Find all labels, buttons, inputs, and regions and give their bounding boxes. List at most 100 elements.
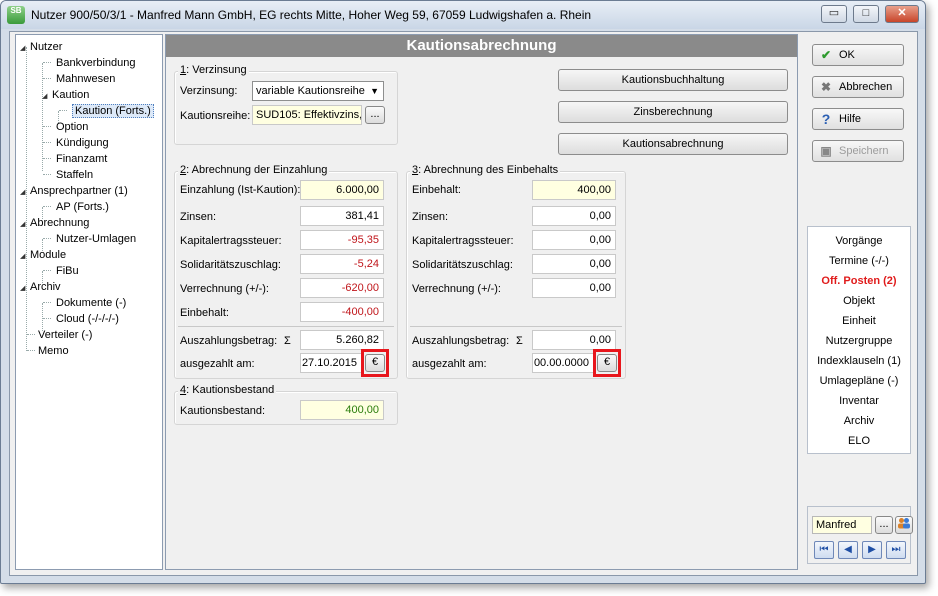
tree-item-label: Bankverbindung [56,57,136,69]
einbehalt-label: Einbehalt: [180,307,229,319]
nav-item-termine[interactable]: Termine (-/-) [808,251,910,271]
tree-item-memo[interactable]: Memo [38,343,69,359]
kautionsabrechnung-button[interactable]: Kautionsabrechnung [558,133,788,155]
main-panel: Kautionsabrechnung 1: Verzinsung Verzins… [165,34,798,570]
einbehalt-in-field[interactable]: 400,00 [532,180,616,200]
verrechnung-einbehalt-field[interactable]: 0,00 [532,278,616,298]
nav-item-vorgaenge[interactable]: Vorgänge [808,231,910,251]
euro-button[interactable]: € [365,354,385,372]
nav-item-off-posten[interactable]: Off. Posten (2) [808,271,910,291]
group-title-text: : Verzinsung [186,64,247,76]
nav-item-elo[interactable]: ELO [808,431,910,451]
expand-arrow-icon[interactable]: ◢ [20,217,30,233]
tree-item-label: Archiv [30,281,61,293]
einzahlung-field[interactable]: 6.000,00 [300,180,384,200]
tree-item-ap-forts[interactable]: AP (Forts.) [56,199,109,215]
tree-item-staffeln[interactable]: Staffeln [56,167,93,183]
cancel-label: Abbrechen [839,81,893,93]
kapitalertragssteuer-einbehalt-field[interactable]: 0,00 [532,230,616,250]
verrechnung-label: Verrechnung (+/-): [180,283,269,295]
zinsen-einbehalt-field[interactable]: 0,00 [532,206,616,226]
save-button[interactable]: ▣ Speichern [812,140,904,162]
einzahlung-label: Einzahlung (Ist-Kaution): [180,184,301,196]
tree-item-kuendigung[interactable]: Kündigung [56,135,109,151]
tree-item-nutzer[interactable]: ◢ Nutzer [20,39,62,55]
related-nav-list: Vorgänge Termine (-/-) Off. Posten (2) O… [807,226,911,454]
tree-item-label: FiBu [56,265,79,277]
user-browse-button[interactable]: ... [875,516,893,534]
zinsen-field[interactable]: 381,41 [300,206,384,226]
verrechnung-einbehalt-label: Verrechnung (+/-): [412,283,501,295]
ausgezahlt-am-einbehalt-field[interactable]: 00.00.0000 [532,353,594,373]
expand-arrow-icon[interactable]: ◢ [20,281,30,297]
close-button[interactable]: ✕ [885,5,919,23]
tree-item-fibu[interactable]: FiBu [56,263,79,279]
tree-item-nutzer-umlagen[interactable]: Nutzer-Umlagen [56,231,136,247]
tree-item-mahnwesen[interactable]: Mahnwesen [56,71,115,87]
tree-item-option[interactable]: Option [56,119,88,135]
solidaritaetszuschlag-einbehalt-field[interactable]: 0,00 [532,254,616,274]
nav-item-archiv[interactable]: Archiv [808,411,910,431]
euro-einbehalt-button[interactable]: € [597,354,617,372]
first-record-button[interactable]: ⏮ [814,541,834,559]
verzinsung-select-value: variable Kautionsreihe [256,85,365,97]
client-area: ◢ Nutzer Bankverbindung Mahnwesen ◢ Kautio… [9,31,918,576]
solidaritaetszuschlag-label: Solidaritätszuschlag: [180,259,281,271]
cross-icon: ✖ [820,80,832,94]
solidaritaetszuschlag-einbehalt-label: Solidaritätszuschlag: [412,259,513,271]
maximize-button[interactable]: □ [853,5,879,23]
last-record-button[interactable]: ⏭ [886,541,906,559]
help-button[interactable]: ? Hilfe [812,108,904,130]
tree-item-kaution[interactable]: ◢ Kaution [42,87,89,103]
tree-item-label: Finanzamt [56,153,108,165]
ok-label: OK [839,49,855,61]
sigma-icon: Σ [516,335,523,347]
tree-item-archiv[interactable]: ◢ Archiv [20,279,61,295]
tree-item-label: Nutzer [30,41,63,53]
kautionsbestand-field[interactable]: 400,00 [300,400,384,420]
tree-item-bankverbindung[interactable]: Bankverbindung [56,55,136,71]
kautionsbuchhaltung-button[interactable]: Kautionsbuchhaltung [558,69,788,91]
tree-item-abrechnung[interactable]: ◢ Abrechnung [20,215,89,231]
ok-button[interactable]: ✔ OK [812,44,904,66]
auszahlungsbetrag-einbehalt-field[interactable]: 0,00 [532,330,616,350]
nav-item-indexklauseln[interactable]: Indexklauseln (1) [808,351,910,371]
tree-item-verteiler[interactable]: Verteiler (-) [38,327,92,343]
verrechnung-field[interactable]: -620,00 [300,278,384,298]
tree-item-dokumente[interactable]: Dokumente (-) [56,295,126,311]
kapitalertragssteuer-field[interactable]: -95,35 [300,230,384,250]
user-field[interactable]: Manfred [812,516,872,534]
tree-item-kaution-forts[interactable]: Kaution (Forts.) [72,103,154,119]
zinsberechnung-button[interactable]: Zinsberechnung [558,101,788,123]
nav-item-einheit[interactable]: Einheit [808,311,910,331]
nav-item-nutzergruppe[interactable]: Nutzergruppe [808,331,910,351]
verzinsung-select[interactable]: variable Kautionsreihe ▼ [252,81,384,101]
tree-item-ansprechpartner[interactable]: ◢ Ansprechpartner (1) [20,183,128,199]
chevron-down-icon: ▼ [370,86,379,96]
expand-arrow-icon[interactable]: ◢ [20,249,30,265]
nav-item-objekt[interactable]: Objekt [808,291,910,311]
tree-item-cloud[interactable]: Cloud (-/-/-/-) [56,311,119,327]
next-record-button[interactable]: ▶ [862,541,882,559]
tree-item-finanzamt[interactable]: Finanzamt [56,151,107,167]
kautionsreihe-field[interactable]: SUD105: Effektivzins, [252,105,362,125]
expand-arrow-icon[interactable]: ◢ [20,185,30,201]
auszahlungsbetrag-field[interactable]: 5.260,82 [300,330,384,350]
minimize-button[interactable]: ▭ [821,5,847,23]
nav-item-inventar[interactable]: Inventar [808,391,910,411]
cancel-button[interactable]: ✖ Abbrechen [812,76,904,98]
kautionsreihe-label: Kautionsreihe: [180,110,251,122]
solidaritaetszuschlag-field[interactable]: -5,24 [300,254,384,274]
tree-item-module[interactable]: ◢ Module [20,247,66,263]
kautionsreihe-browse-button[interactable]: ... [365,106,385,124]
expand-arrow-icon[interactable]: ◢ [42,89,52,105]
auszahlungsbetrag-einbehalt-label: Auszahlungsbetrag: [412,335,510,347]
users-icon[interactable] [895,516,913,534]
previous-record-button[interactable]: ◀ [838,541,858,559]
group-title-text: : Kautionsbestand [186,384,275,396]
einbehalt-field[interactable]: -400,00 [300,302,384,322]
ausgezahlt-am-field[interactable]: 27.10.2015 [300,353,362,373]
nav-item-umlageplaene[interactable]: Umlagepläne (-) [808,371,910,391]
expand-arrow-icon[interactable]: ◢ [20,41,30,57]
tree-item-label: Kaution [52,89,90,101]
